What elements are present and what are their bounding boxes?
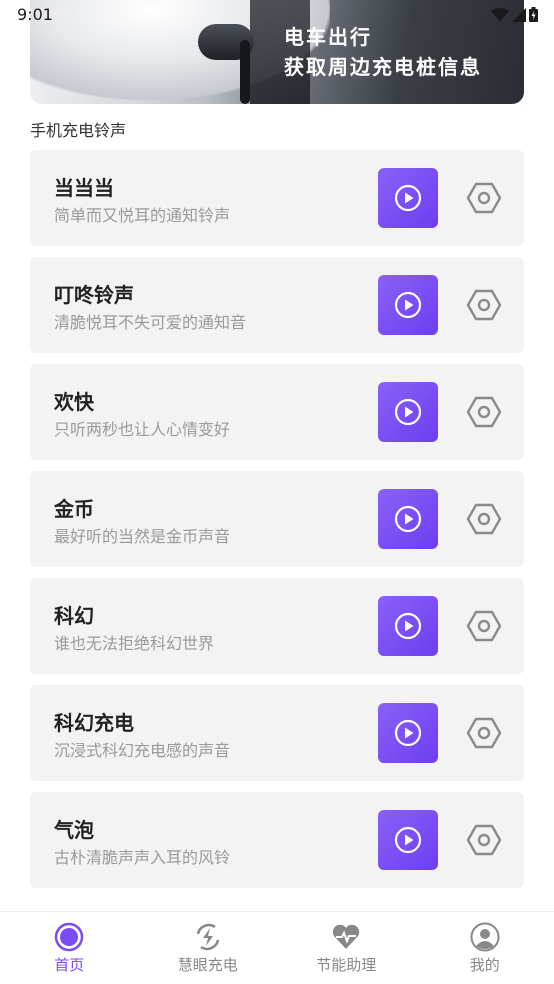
hexagon-settings-icon	[466, 289, 502, 321]
play-button[interactable]	[378, 703, 438, 763]
ringtone-description: 古朴清脆声声入耳的风铃	[54, 848, 231, 867]
tab-home[interactable]: 首页	[0, 912, 139, 984]
play-circle-icon	[394, 184, 422, 212]
ringtone-settings-button[interactable]	[464, 820, 504, 860]
ringtone-title: 气泡	[54, 818, 94, 842]
heart-pulse-icon	[333, 924, 360, 949]
status-bar: 9:01	[0, 0, 554, 30]
ringtone-description: 沉浸式科幻充电感的声音	[54, 741, 231, 760]
play-button[interactable]	[378, 489, 438, 549]
ringtone-card[interactable]: 欢快只听两秒也让人心情变好	[30, 364, 524, 460]
play-circle-icon	[394, 291, 422, 319]
tab-home-label: 首页	[54, 956, 85, 974]
play-button[interactable]	[378, 596, 438, 656]
play-button[interactable]	[378, 810, 438, 870]
play-circle-icon	[394, 398, 422, 426]
tab-smart-charging-label: 慧眼充电	[177, 956, 238, 974]
hexagon-settings-icon	[466, 503, 502, 535]
tab-smart-charging[interactable]: 慧眼充电	[139, 912, 278, 984]
banner-text: 电车出行 获取周边充电桩信息	[284, 22, 482, 82]
hexagon-settings-icon	[466, 717, 502, 749]
ringtone-card[interactable]: 科幻谁也无法拒绝科幻世界	[30, 578, 524, 674]
ringtone-description: 清脆悦耳不失可爱的通知音	[54, 313, 247, 332]
ringtone-settings-button[interactable]	[464, 499, 504, 539]
play-circle-icon	[394, 505, 422, 533]
ringtone-description: 简单而又悦耳的通知铃声	[54, 206, 231, 225]
play-circle-icon	[394, 826, 422, 854]
bottom-tab-bar: 首页 慧眼充电 节能助理 我的	[0, 911, 554, 984]
ringtone-card[interactable]: 科幻充电沉浸式科幻充电感的声音	[30, 685, 524, 781]
ringtone-card[interactable]: 气泡古朴清脆声声入耳的风铃	[30, 792, 524, 888]
status-time: 9:01	[17, 5, 53, 24]
ringtone-card[interactable]: 叮咚铃声清脆悦耳不失可爱的通知音	[30, 257, 524, 353]
tab-energy-assistant-label: 节能助理	[316, 956, 377, 974]
ringtone-settings-button[interactable]	[464, 392, 504, 432]
play-circle-icon	[394, 719, 422, 747]
user-icon	[470, 922, 500, 952]
tab-profile[interactable]: 我的	[416, 912, 554, 984]
ringtone-settings-button[interactable]	[464, 285, 504, 325]
ringtone-title: 叮咚铃声	[54, 283, 134, 307]
ringtone-description: 最好听的当然是金币声音	[54, 527, 231, 546]
hexagon-settings-icon	[466, 610, 502, 642]
smart-charging-icon	[196, 923, 219, 951]
ringtone-title: 金币	[54, 497, 94, 521]
play-button[interactable]	[378, 382, 438, 442]
ringtone-settings-button[interactable]	[464, 606, 504, 646]
ringtone-card[interactable]: 当当当简单而又悦耳的通知铃声	[30, 150, 524, 246]
section-title: 手机充电铃声	[30, 121, 127, 140]
charging-cable-image	[240, 40, 250, 104]
ringtone-title: 科幻	[54, 604, 94, 628]
ringtone-title: 科幻充电	[54, 711, 134, 735]
ringtone-card[interactable]: 金币最好听的当然是金币声音	[30, 471, 524, 567]
status-icons	[491, 7, 538, 22]
ringtone-description: 谁也无法拒绝科幻世界	[54, 634, 215, 653]
ringtone-title: 当当当	[54, 176, 114, 200]
tab-profile-label: 我的	[469, 956, 500, 974]
play-button[interactable]	[378, 275, 438, 335]
hexagon-settings-icon	[466, 824, 502, 856]
wifi-icon	[491, 7, 509, 22]
home-icon	[55, 922, 84, 952]
ringtone-list: 当当当简单而又悦耳的通知铃声叮咚铃声清脆悦耳不失可爱的通知音欢快只听两秒也让人心…	[30, 150, 524, 899]
hexagon-settings-icon	[466, 396, 502, 428]
ringtone-title: 欢快	[54, 390, 94, 414]
ringtone-description: 只听两秒也让人心情变好	[54, 420, 231, 439]
ringtone-settings-button[interactable]	[464, 178, 504, 218]
play-circle-icon	[394, 612, 422, 640]
signal-icon	[512, 7, 526, 22]
battery-icon	[529, 7, 538, 22]
play-button[interactable]	[378, 168, 438, 228]
banner-line-2: 获取周边充电桩信息	[284, 55, 482, 79]
ringtone-settings-button[interactable]	[464, 713, 504, 753]
tab-energy-assistant[interactable]: 节能助理	[277, 912, 416, 984]
hexagon-settings-icon	[466, 182, 502, 214]
